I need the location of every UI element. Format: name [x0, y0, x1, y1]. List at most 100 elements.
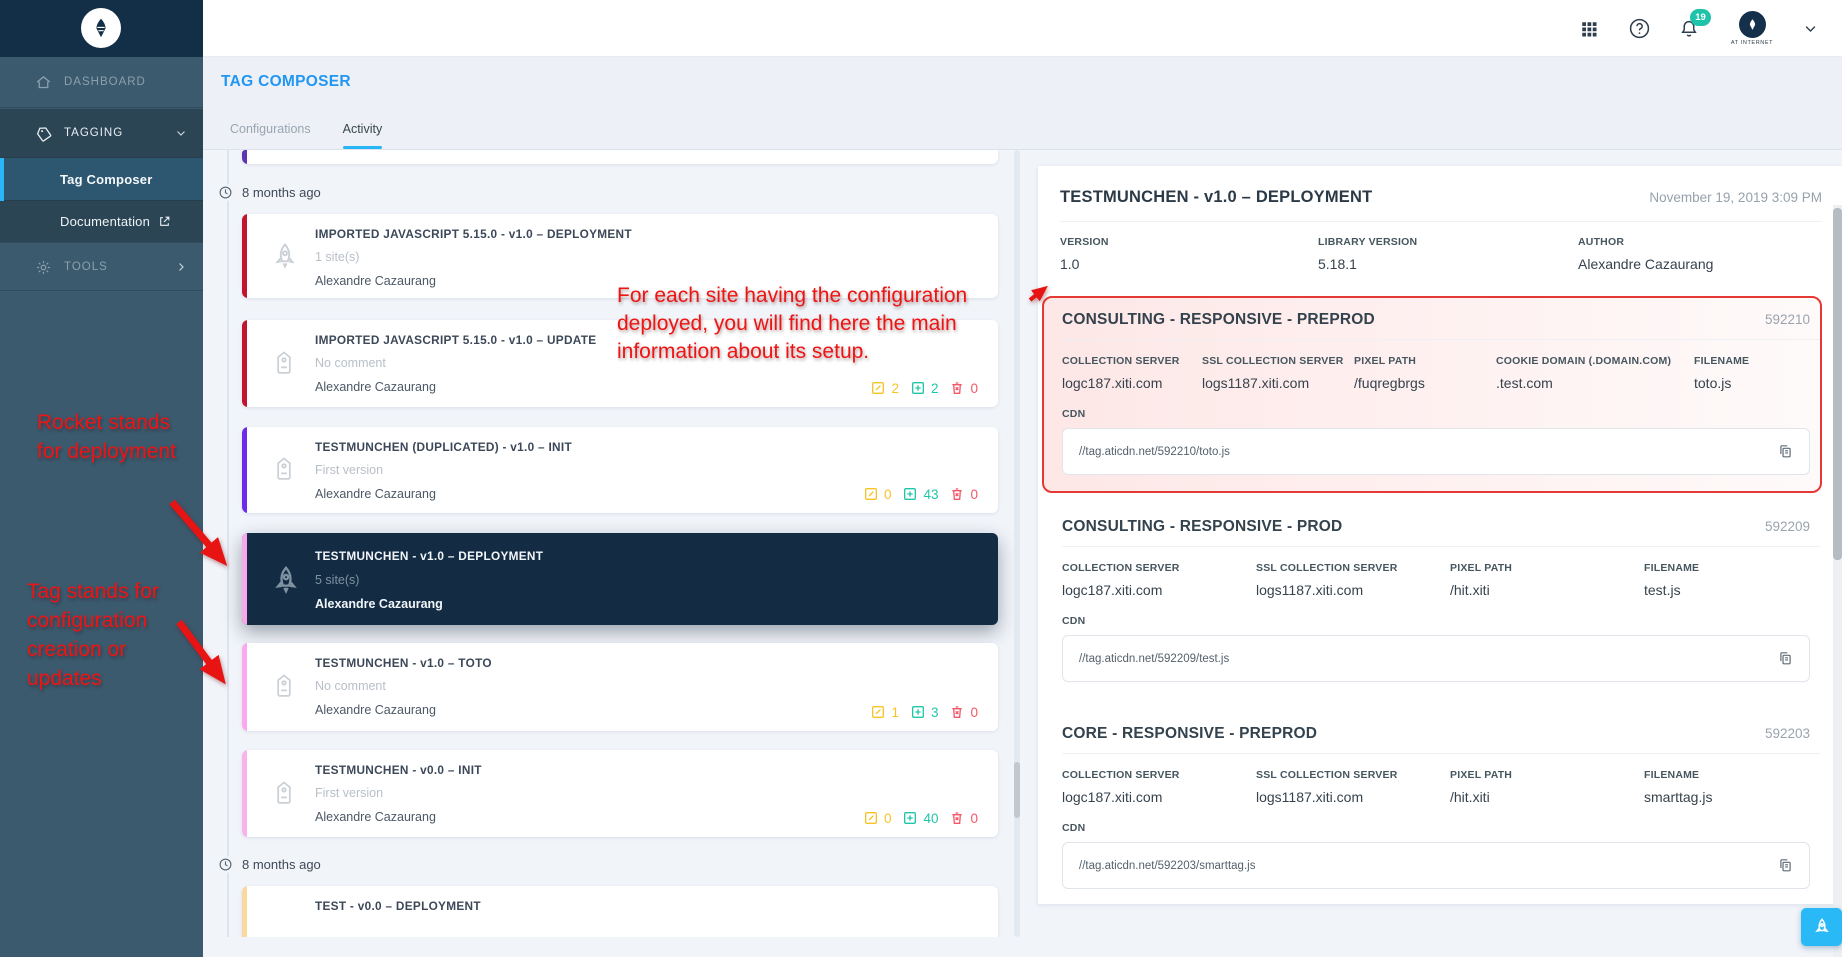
edited-count-icon [863, 810, 879, 826]
added-count: 2 [931, 381, 939, 396]
meta-value: Alexandre Cazaurang [1578, 256, 1822, 272]
group-label-text: 8 months ago [242, 857, 321, 872]
card-subtitle: 5 site(s) [315, 573, 359, 587]
help-icon[interactable] [1626, 16, 1652, 42]
change-badges: 0 40 0 [863, 810, 982, 826]
annotation-arrow-to-rocket [160, 492, 252, 586]
field-label: PIXEL PATH [1354, 355, 1496, 367]
logo-area [0, 0, 203, 57]
field-value: test.js [1644, 582, 1810, 598]
activity-card[interactable]: TESTMUNCHEN - v1.0 – TOTO No comment Ale… [242, 643, 998, 731]
edited-count: 0 [884, 811, 892, 826]
card-author: Alexandre Cazaurang [315, 597, 443, 611]
site-field: COLLECTION SERVER logc187.xiti.com [1062, 562, 1256, 598]
list-scrollbar-thumb[interactable] [1014, 762, 1020, 818]
home-icon [34, 73, 52, 91]
cdn-label: CDN [1062, 408, 1820, 420]
tag-icon [34, 124, 52, 142]
chevron-down-icon [175, 127, 187, 139]
activity-card[interactable]: TESTMUNCHEN - v0.0 – INIT First version … [242, 750, 998, 837]
tab-label: Activity [343, 122, 383, 136]
sidebar-item-tag-composer[interactable]: Tag Composer [0, 158, 203, 201]
sidebar-item-dashboard[interactable]: DASHBOARD [0, 57, 203, 108]
tabs: Configurations Activity [230, 122, 382, 149]
tab-label: Configurations [230, 122, 311, 136]
edited-count: 1 [891, 705, 899, 720]
tag-icon [270, 779, 300, 809]
sidebar-item-tools[interactable]: TOOLS [0, 244, 203, 291]
card-title: IMPORTED JAVASCRIPT 5.15.0 - v1.0 – DEPL… [315, 227, 632, 241]
meta-label: AUTHOR [1578, 236, 1822, 248]
added-count: 43 [923, 487, 938, 502]
card-subtitle: First version [315, 463, 383, 477]
cdn-url: //tag.aticdn.net/592203/smarttag.js [1079, 860, 1255, 872]
chevron-right-icon [175, 261, 187, 273]
apps-grid-icon[interactable] [1576, 16, 1602, 42]
sidebar-item-tagging[interactable]: TAGGING [0, 109, 203, 158]
site-header: CONSULTING - RESPONSIVE - PREPROD 592210 [1062, 298, 1820, 340]
activity-card[interactable]: TEST - v0.0 – DEPLOYMENT [242, 886, 998, 937]
site-field: COLLECTION SERVERlogc187.xiti.com [1062, 769, 1256, 805]
card-title: TESTMUNCHEN - v1.0 – TOTO [315, 656, 492, 670]
change-badges: 1 3 0 [870, 704, 982, 720]
edited-count: 2 [891, 381, 899, 396]
panel-scrollbar-thumb[interactable] [1833, 208, 1842, 560]
site-name: CONSULTING - RESPONSIVE - PROD [1062, 518, 1342, 536]
brand-leaf-logo-icon[interactable] [81, 8, 121, 48]
site-field: SSL COLLECTION SERVER logs1187.xiti.com [1202, 355, 1354, 391]
card-author: Alexandre Cazaurang [315, 810, 436, 824]
field-value: /fuqregbrgs [1354, 375, 1496, 391]
detail-date: November 19, 2019 3:09 PM [1649, 190, 1822, 205]
site-fields: COLLECTION SERVERlogc187.xiti.com SSL CO… [1062, 754, 1820, 805]
activity-card-selected[interactable]: TESTMUNCHEN - v1.0 – DEPLOYMENT 5 site(s… [242, 533, 998, 625]
sidebar-item-label: Tag Composer [60, 172, 152, 187]
card-author: Alexandre Cazaurang [315, 487, 436, 501]
field-value: logs1187.xiti.com [1202, 375, 1354, 391]
meta-value: 5.18.1 [1318, 256, 1578, 272]
timeline-group-label: 8 months ago [217, 184, 321, 201]
field-label: COLLECTION SERVER [1062, 562, 1256, 574]
cdn-url-box: //tag.aticdn.net/592209/test.js [1062, 635, 1810, 682]
copy-icon[interactable] [1775, 649, 1795, 669]
gear-icon [34, 258, 52, 276]
field-label: SSL COLLECTION SERVER [1256, 769, 1450, 781]
site-name: CONSULTING - RESPONSIVE - PREPROD [1062, 311, 1375, 329]
sidebar-item-documentation[interactable]: Documentation [0, 201, 203, 243]
edited-count-icon [870, 704, 886, 720]
site-field: PIXEL PATH/hit.xiti [1450, 769, 1644, 805]
added-count: 40 [923, 811, 938, 826]
account-menu[interactable]: AT INTERNET [1726, 11, 1778, 46]
tab-configurations[interactable]: Configurations [230, 122, 311, 149]
site-field: COLLECTION SERVERlogc187.xiti.com [1062, 355, 1202, 391]
copy-icon[interactable] [1775, 856, 1795, 876]
field-label: SSL COLLECTION SERVER [1202, 355, 1354, 367]
deployment-detail-panel: TESTMUNCHEN - v1.0 – DEPLOYMENT November… [1038, 166, 1842, 904]
notifications-bell-icon[interactable]: 19 [1676, 16, 1702, 42]
card-subtitle: No comment [315, 356, 386, 370]
deleted-count-icon [949, 486, 965, 502]
activity-card[interactable]: TESTMUNCHEN (DUPLICATED) - v1.0 – INIT F… [242, 427, 998, 513]
list-scrollbar-track[interactable] [1014, 150, 1020, 937]
annotation-sites-note: For each site having the configuration d… [617, 282, 1053, 366]
annotation-rocket-note: Rocket stands for deployment [37, 408, 189, 466]
field-value: /hit.xiti [1450, 789, 1644, 805]
site-id: 592210 [1765, 312, 1810, 327]
tag-icon [270, 672, 300, 702]
field-value: logs1187.xiti.com [1256, 582, 1450, 598]
cdn-url-box: //tag.aticdn.net/592210/toto.js [1062, 428, 1810, 475]
account-chevron-down-icon[interactable] [1802, 16, 1818, 42]
card-title: TESTMUNCHEN - v1.0 – DEPLOYMENT [315, 549, 543, 563]
partial-activity-card[interactable] [242, 150, 998, 164]
field-value: logc187.xiti.com [1062, 582, 1256, 598]
tab-activity[interactable]: Activity [343, 122, 383, 149]
site-field: SSL COLLECTION SERVERlogs1187.xiti.com [1256, 769, 1450, 805]
added-count-icon [902, 486, 918, 502]
field-label: COLLECTION SERVER [1062, 355, 1202, 367]
card-author: Alexandre Cazaurang [315, 274, 436, 288]
card-color-bar [242, 150, 247, 164]
deploy-button[interactable] [1801, 908, 1842, 946]
card-title: TESTMUNCHEN - v0.0 – INIT [315, 763, 482, 777]
copy-icon[interactable] [1775, 442, 1795, 462]
field-value: .test.com [1496, 375, 1694, 391]
sidebar-item-label: Documentation [60, 214, 150, 229]
